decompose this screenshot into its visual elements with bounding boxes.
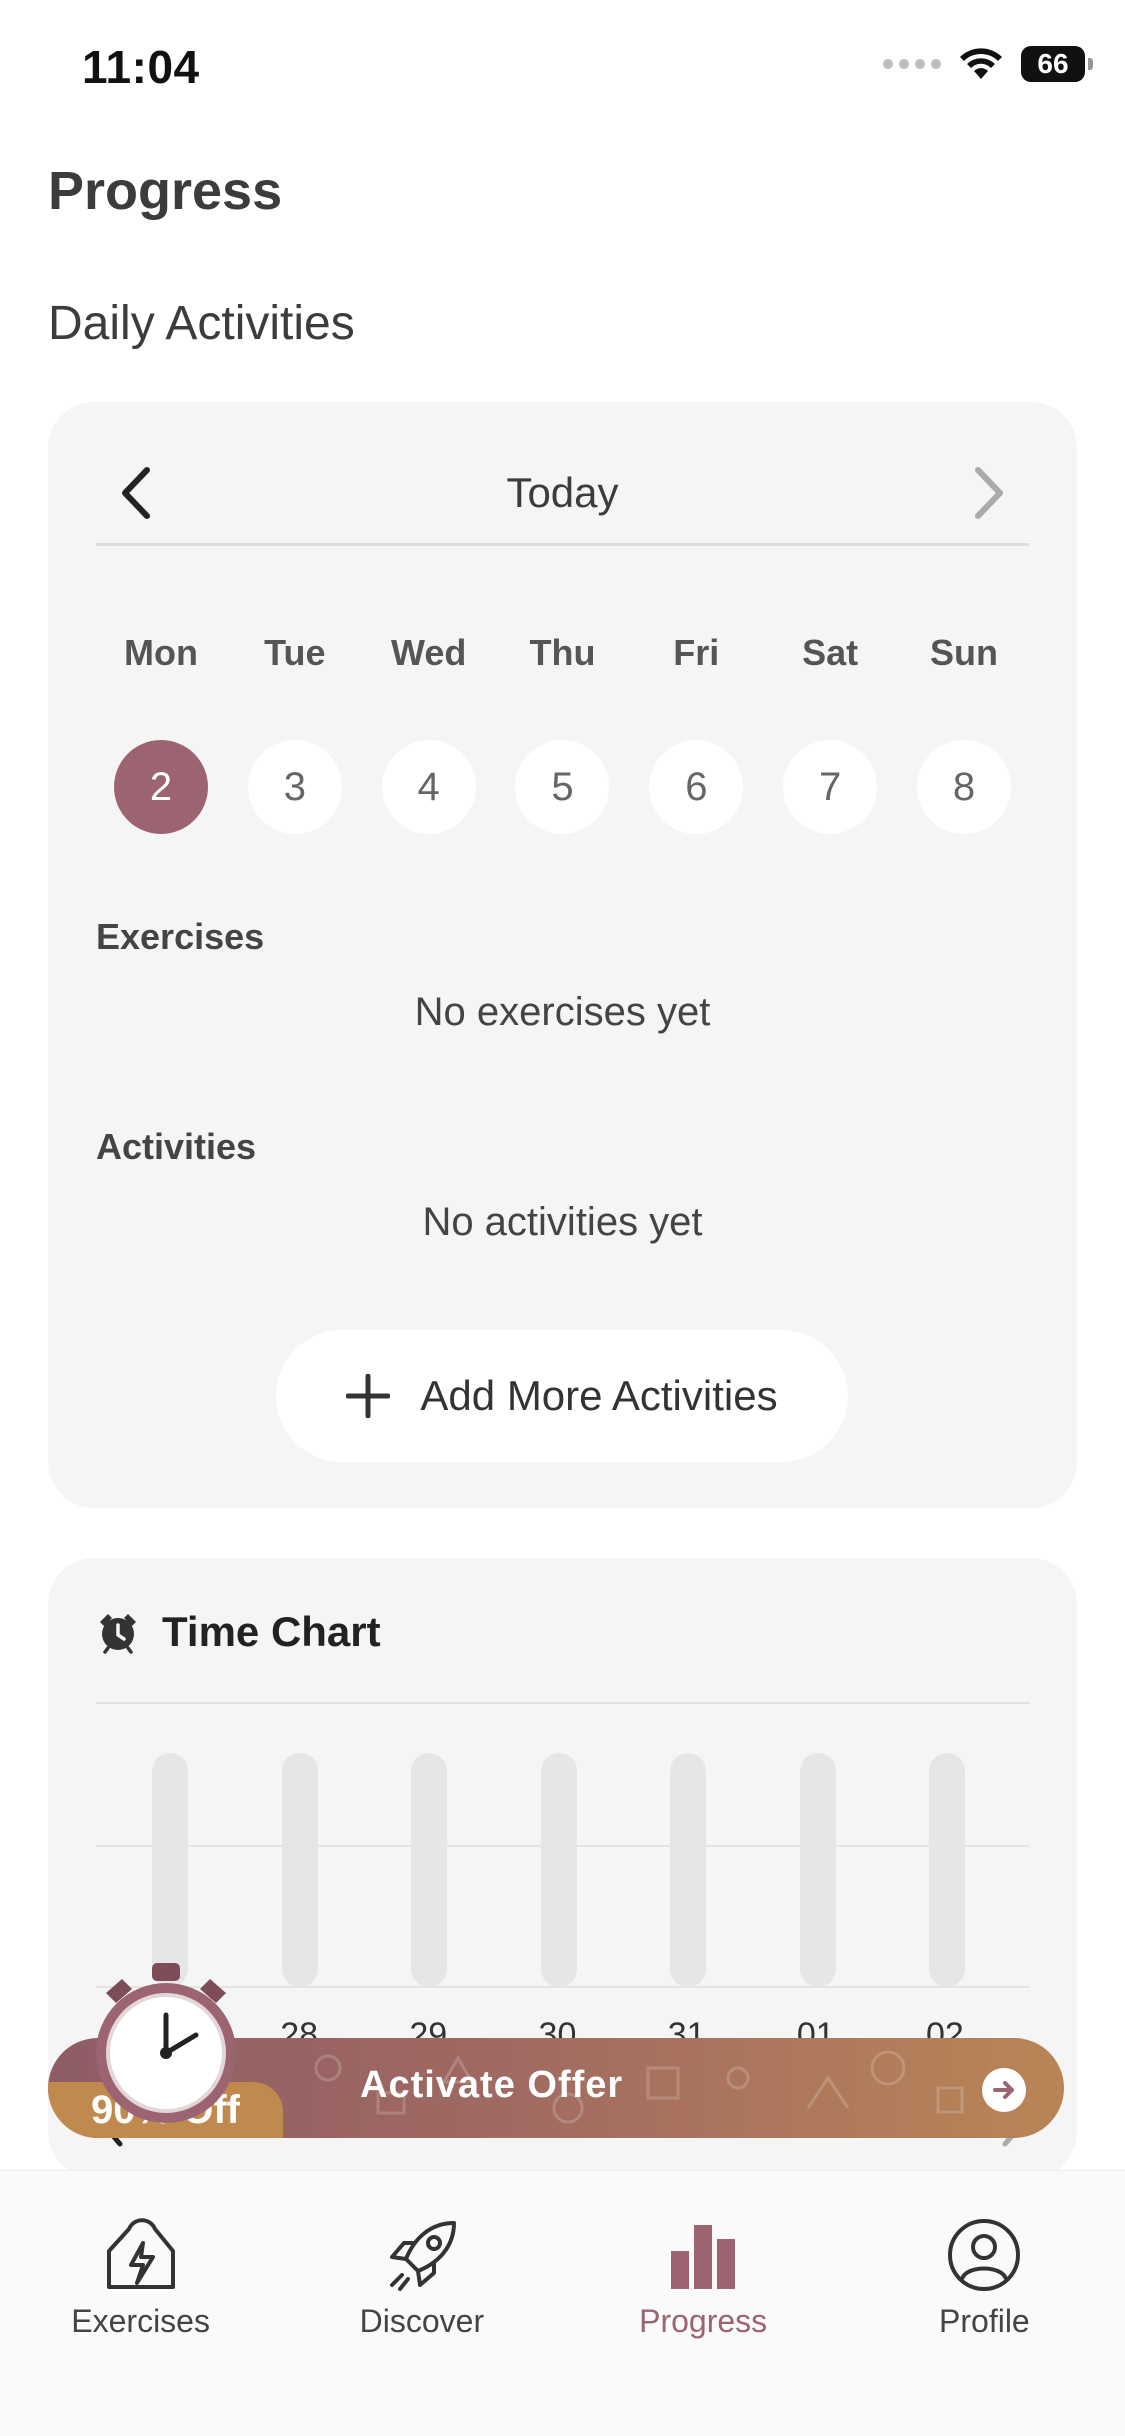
calendar-header: Today: [96, 442, 1029, 546]
exercises-empty-text: No exercises yet: [414, 990, 711, 1034]
chart-bar-track: [799, 1753, 836, 1987]
day-button[interactable]: 7: [783, 740, 878, 834]
activate-offer-label: Activate Offer: [360, 2064, 624, 2106]
nav-item-exercises[interactable]: Exercises: [0, 2171, 281, 2436]
chevron-left-icon: [122, 466, 150, 519]
nav-item-discover[interactable]: Discover: [281, 2171, 562, 2436]
activities-empty-text: No activities yet: [422, 1200, 703, 1244]
day-button[interactable]: 4: [381, 740, 476, 834]
chart-bar-track: [540, 1753, 577, 1987]
next-day-button[interactable]: [949, 453, 1029, 533]
weekday-label: Sun: [929, 632, 998, 673]
nav-item-progress[interactable]: Progress: [563, 2171, 844, 2436]
cellular-signal-icon: [883, 59, 941, 69]
daily-activities-card: Today Mon Tue Wed Thu Fri Sat Sun 2 3 4 …: [48, 402, 1077, 1508]
day-button[interactable]: 8: [916, 740, 1011, 834]
nav-label: Progress: [639, 2303, 768, 2339]
status-bar: 11:04 66: [0, 0, 1125, 140]
day-button[interactable]: 5: [515, 740, 610, 834]
chart-bar-track: [411, 1753, 447, 1987]
arrow-right-icon: [982, 2068, 1026, 2112]
weekday-row: Mon Tue Wed Thu Fri Sat Sun: [96, 632, 1029, 674]
chart-bar-track: [281, 1753, 318, 1987]
nav-item-profile[interactable]: Profile: [844, 2171, 1125, 2436]
plus-icon: [346, 1374, 391, 1418]
day-row: 2 3 4 5 6 7 8: [96, 740, 1029, 834]
add-more-activities-label: Add More Activities: [420, 1372, 778, 1419]
weekday-label: Sat: [802, 632, 859, 673]
nav-label: Profile: [939, 2303, 1030, 2339]
time-chart-title: Time Chart: [162, 1608, 381, 1655]
wifi-icon: [960, 48, 1002, 79]
calendar-label: Today: [506, 468, 619, 516]
chart-bars: [152, 1753, 965, 1987]
weekday-label: Fri: [673, 632, 720, 673]
status-time: 11:04: [82, 41, 200, 93]
exercises-label: Exercises: [96, 916, 265, 957]
weekday-label: Thu: [529, 632, 596, 673]
day-button[interactable]: 6: [649, 740, 744, 834]
page-title: Progress: [48, 161, 283, 221]
profile-icon: [944, 2215, 1024, 2295]
add-more-activities-button[interactable]: Add More Activities: [276, 1330, 848, 1462]
bar-chart-icon: [663, 2215, 743, 2295]
nav-label: Exercises: [71, 2303, 210, 2339]
day-button[interactable]: 3: [247, 740, 342, 834]
activities-label: Activities: [96, 1126, 257, 1167]
time-chart-header: Time Chart: [96, 1608, 381, 1656]
exercises-icon: [101, 2215, 181, 2295]
weekday-label: Wed: [390, 632, 467, 673]
weekday-label: Tue: [264, 632, 326, 673]
chart-bar-track: [152, 1753, 188, 1987]
battery-icon: 66: [1021, 46, 1093, 82]
weekday-label: Mon: [124, 632, 198, 673]
previous-day-button[interactable]: [96, 453, 176, 533]
status-icons: 66: [883, 46, 1093, 82]
chart-bar-track: [670, 1753, 706, 1987]
battery-level: 66: [1037, 48, 1069, 79]
stopwatch-icon: [96, 1963, 236, 2123]
divider: [96, 1702, 1029, 1704]
day-button-selected[interactable]: 2: [114, 740, 208, 834]
alarm-clock-icon: [100, 1614, 136, 1654]
rocket-icon: [382, 2215, 462, 2295]
chart-bar-track: [929, 1753, 965, 1987]
section-title: Daily Activities: [48, 297, 355, 350]
nav-label: Discover: [359, 2303, 485, 2339]
chevron-right-icon: [974, 466, 1003, 519]
bottom-nav: Exercises Discover Progress Profile: [0, 2170, 1125, 2436]
